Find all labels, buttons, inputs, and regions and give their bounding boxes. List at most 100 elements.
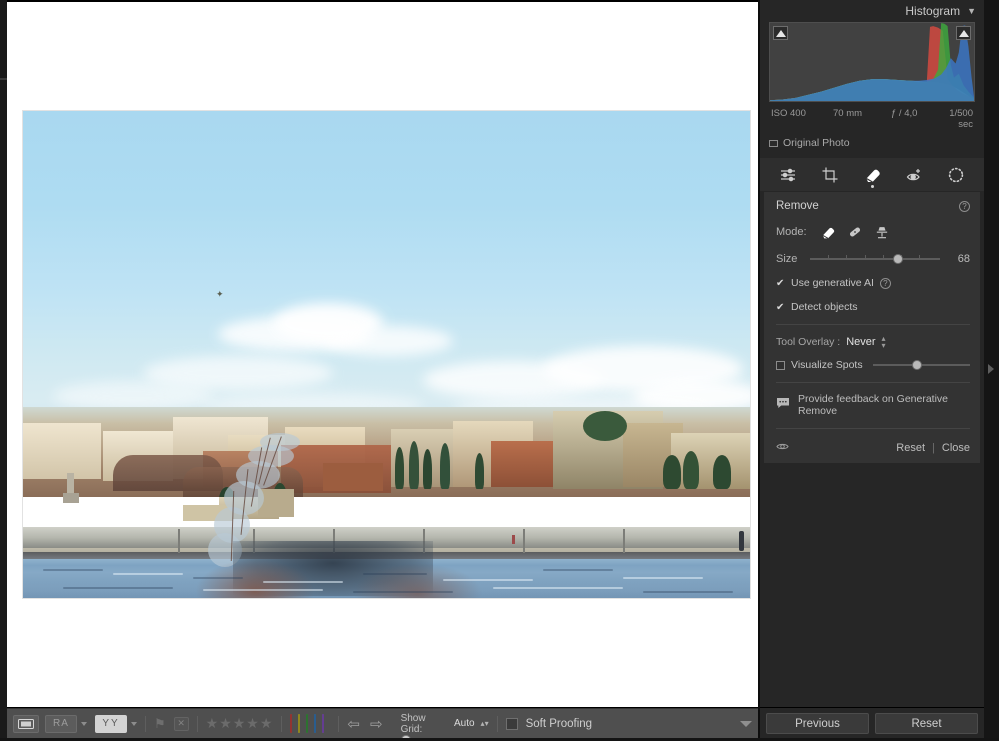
original-photo-toggle[interactable]: Original Photo xyxy=(769,137,975,149)
cypress-tree xyxy=(663,455,681,489)
reset-button[interactable]: Reset xyxy=(875,713,978,734)
remove-panel-header: Remove ? xyxy=(776,200,970,212)
adjust-sliders-icon[interactable] xyxy=(778,165,798,185)
tool-overlay-value[interactable]: Never xyxy=(846,336,875,348)
generative-ai-help-icon[interactable]: ? xyxy=(880,278,891,289)
histogram-svg xyxy=(770,23,974,101)
red-eye-icon[interactable] xyxy=(904,165,924,185)
mode-label: Mode: xyxy=(776,226,807,238)
person-distant xyxy=(512,535,515,544)
show-grid-label: Show Grid: xyxy=(401,713,448,735)
detect-objects-row[interactable]: ✔ Detect objects xyxy=(776,301,970,313)
toolbar-collapse-chevron-icon[interactable] xyxy=(740,721,752,727)
exif-focal: 70 mm xyxy=(833,108,891,130)
bird: ✦ xyxy=(216,291,224,298)
tool-overlay-label: Tool Overlay : xyxy=(776,336,840,348)
visualize-spots-slider[interactable] xyxy=(873,359,970,371)
wall-joint xyxy=(623,529,625,553)
visualize-spots-checkbox-icon[interactable] xyxy=(776,361,785,370)
crop-icon[interactable] xyxy=(820,165,840,185)
original-photo-checkbox-icon[interactable] xyxy=(769,140,778,147)
before-after-split-icon[interactable]: YY xyxy=(95,715,127,733)
wall-joint xyxy=(523,529,525,553)
previous-photo-arrow-icon[interactable]: ⇦ xyxy=(347,715,360,733)
develop-action-buttons: Previous Reset xyxy=(760,708,984,739)
image-canvas-area[interactable]: ✦ xyxy=(7,2,758,707)
statue-base xyxy=(63,493,79,503)
tool-strip xyxy=(760,158,984,191)
visualize-spots-slider-handle[interactable] xyxy=(912,360,922,370)
compare-mode-chevron-icon[interactable] xyxy=(81,722,87,726)
color-label-swatch-0[interactable] xyxy=(290,714,292,733)
show-grid-control: Show Grid: Auto ▴▾ xyxy=(401,713,489,735)
mode-row: Mode: xyxy=(776,224,970,240)
size-slider[interactable] xyxy=(810,253,940,265)
use-generative-ai-row[interactable]: ✔ Use generative AI ? xyxy=(776,277,970,289)
size-value[interactable]: 68 xyxy=(948,253,970,265)
eraser-icon[interactable] xyxy=(820,224,836,240)
soft-proofing-label: Soft Proofing xyxy=(526,718,592,730)
toolbar-separator xyxy=(338,716,339,732)
bottom-toolbar: RA YY ⚑ ✕ ★★★★★ ⇦ ⇨ Show Grid: Auto ▴▾ S xyxy=(7,708,758,738)
color-label-swatch-2[interactable] xyxy=(306,714,308,733)
statue xyxy=(67,473,74,495)
clone-stamp-icon[interactable] xyxy=(874,224,890,240)
feedback-row[interactable]: Provide feedback on Generative Remove xyxy=(776,393,970,417)
toolbar-separator xyxy=(145,716,146,732)
tool-overlay-row[interactable]: Tool Overlay : Never ▴▾ xyxy=(776,335,970,349)
building xyxy=(491,441,561,487)
detect-objects-label: Detect objects xyxy=(791,301,858,313)
right-panel-expand-arrow-icon[interactable] xyxy=(988,364,994,374)
show-grid-value[interactable]: Auto xyxy=(454,718,475,729)
next-photo-arrow-icon[interactable]: ⇨ xyxy=(370,715,383,733)
shadow-clipping-indicator-icon[interactable] xyxy=(773,26,788,40)
histogram-header[interactable]: Histogram ▼ xyxy=(760,0,984,22)
visualize-spots-row[interactable]: Visualize Spots xyxy=(776,359,970,371)
chevron-down-icon[interactable]: ▼ xyxy=(967,6,976,16)
reset-link[interactable]: Reset xyxy=(896,442,925,454)
compare-before-after-icon[interactable]: RA xyxy=(45,715,77,733)
flag-reject-icon[interactable]: ✕ xyxy=(174,717,189,731)
masking-circle-icon[interactable] xyxy=(946,165,966,185)
heal-bandaid-icon[interactable] xyxy=(847,224,863,240)
speech-bubble-icon[interactable] xyxy=(776,396,790,414)
tree-canopy xyxy=(583,411,627,441)
lightroom-window: ✦ xyxy=(0,0,999,741)
divider xyxy=(776,324,970,325)
color-label-swatch-4[interactable] xyxy=(322,714,324,733)
help-icon[interactable]: ? xyxy=(959,201,970,212)
show-grid-stepper-icon[interactable]: ▴▾ xyxy=(481,720,489,727)
histogram-title: Histogram xyxy=(905,4,960,18)
before-after-chevron-icon[interactable] xyxy=(131,722,137,726)
left-panel-collapsed-strip[interactable] xyxy=(0,0,7,741)
close-link[interactable]: Close xyxy=(942,442,970,454)
exif-aperture: ƒ / 4,0 xyxy=(891,108,943,130)
color-label-swatch-1[interactable] xyxy=(298,714,300,733)
eraser-remove-icon[interactable] xyxy=(862,165,882,185)
loupe-view-icon[interactable] xyxy=(13,715,39,733)
star-rating[interactable]: ★★★★★ xyxy=(206,715,274,732)
exif-metadata-row: ISO 400 70 mm ƒ / 4,0 1/500 sec xyxy=(771,108,973,130)
color-label-swatch-3[interactable] xyxy=(314,714,316,733)
tool-overlay-stepper-icon[interactable]: ▴▾ xyxy=(882,335,886,349)
use-generative-ai-checkbox-icon[interactable]: ✔ xyxy=(776,279,785,288)
person xyxy=(739,531,744,551)
histogram-plot[interactable] xyxy=(769,22,975,102)
detect-objects-checkbox-icon[interactable]: ✔ xyxy=(776,303,785,312)
remove-panel-footer: Reset | Close xyxy=(776,441,970,455)
cypress-tree xyxy=(475,453,484,489)
flag-pick-icon[interactable]: ⚑ xyxy=(154,716,166,732)
feedback-label[interactable]: Provide feedback on Generative Remove xyxy=(798,393,970,417)
previous-button[interactable]: Previous xyxy=(766,713,869,734)
exif-iso: ISO 400 xyxy=(771,108,833,130)
right-panel: Histogram ▼ ISO 400 70 mm ƒ / 4,0 1/500 … xyxy=(760,0,984,707)
left-panel-handle[interactable] xyxy=(0,78,7,80)
cloud xyxy=(323,326,453,356)
toolbar-separator xyxy=(281,716,282,732)
size-slider-handle[interactable] xyxy=(893,254,903,264)
soft-proofing-checkbox[interactable] xyxy=(506,718,518,730)
photo-preview[interactable]: ✦ xyxy=(23,111,750,598)
size-slider-row: Size 68 xyxy=(776,253,970,265)
highlight-clipping-indicator-icon[interactable] xyxy=(956,26,971,40)
toggle-visibility-eye-icon[interactable] xyxy=(776,441,789,455)
